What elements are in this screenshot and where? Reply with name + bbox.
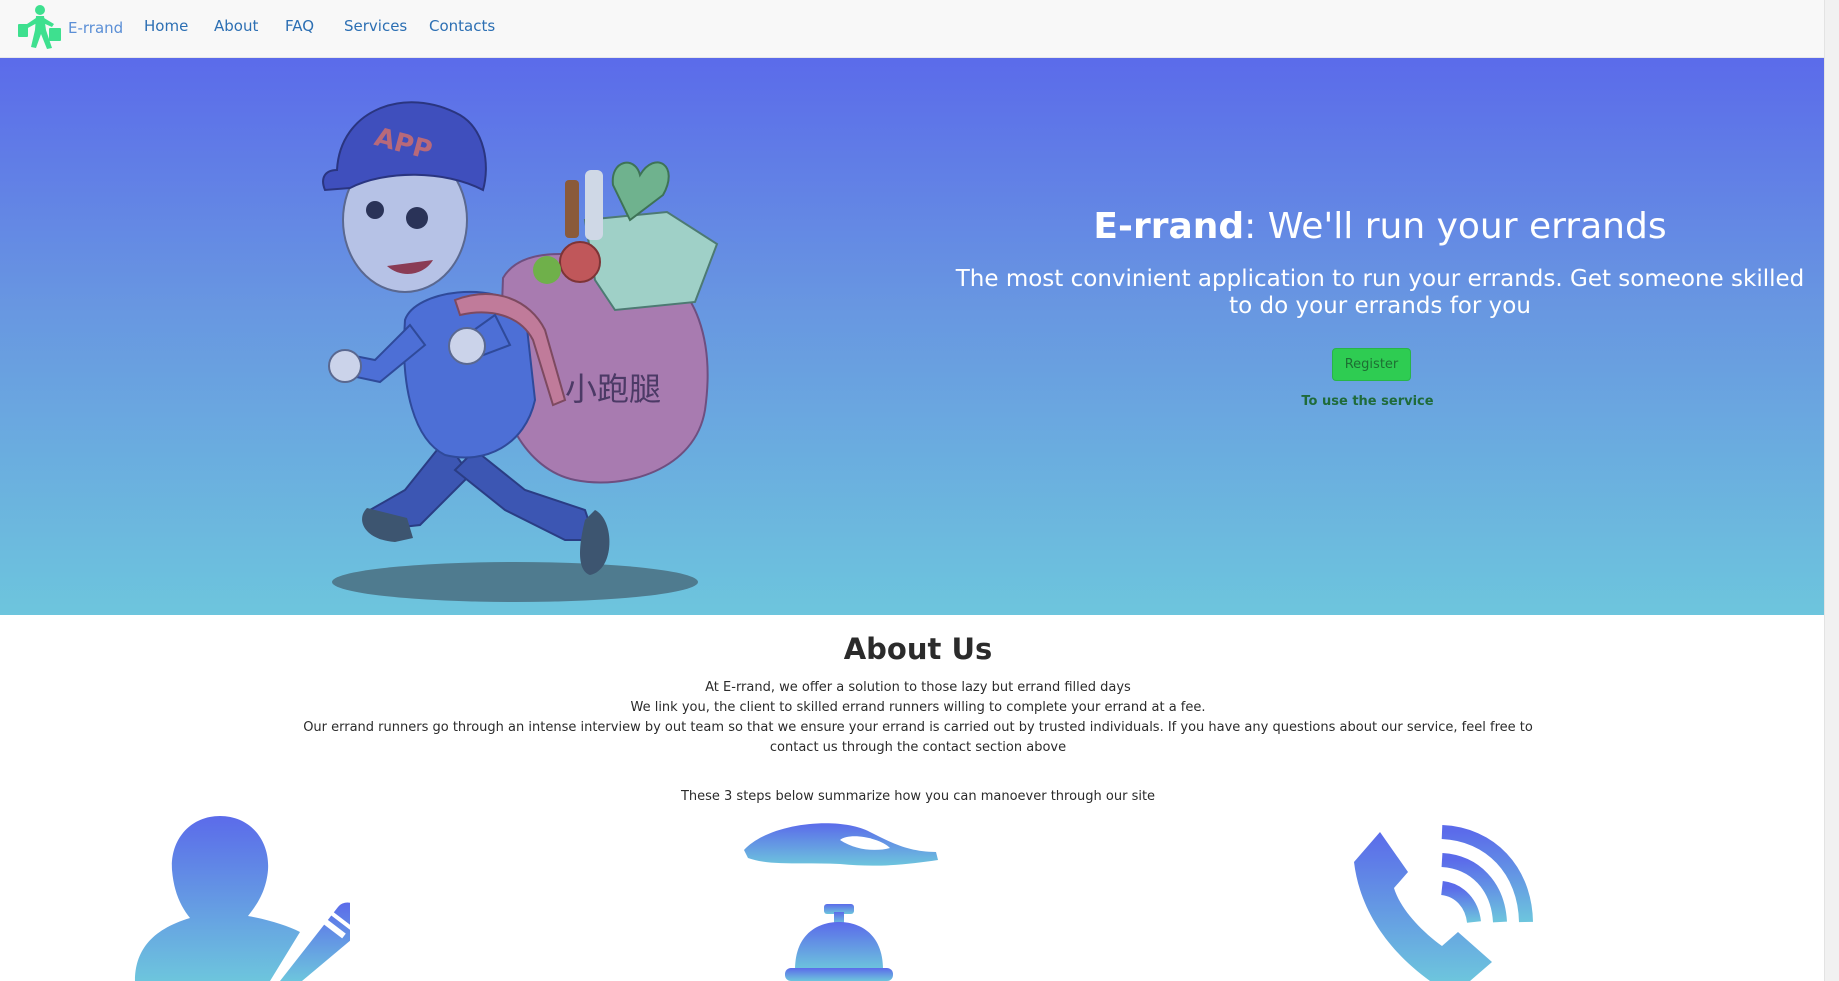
service-bell-icon: [744, 823, 938, 981]
errand-runner-illustration: 小跑腿 APP: [322, 101, 719, 602]
hero-title: E-rrand: We'll run your errands: [940, 206, 1820, 247]
hero-title-brand: E-rrand: [1093, 206, 1245, 247]
nav-services[interactable]: Services: [344, 17, 407, 35]
bag-lettering: 小跑腿: [565, 370, 661, 408]
nav-faq[interactable]: FAQ: [285, 17, 314, 35]
brand-link[interactable]: E-rrand: [16, 4, 123, 52]
about-line: At E-rrand, we offer a solution to those…: [705, 680, 1131, 695]
nav-home[interactable]: Home: [144, 17, 188, 35]
nav-about[interactable]: About: [214, 17, 258, 35]
brand-name: E-rrand: [68, 19, 124, 37]
hero-subtitle: The most convinient application to run y…: [955, 266, 1805, 319]
hero-title-tagline: : We'll run your errands: [1244, 206, 1667, 247]
nav-contacts[interactable]: Contacts: [429, 17, 495, 35]
about-description: At E-rrand, we offer a solution to those…: [290, 678, 1546, 758]
hero-section: 小跑腿 APP E-rrand: We'll run your errands …: [0, 58, 1839, 615]
steps-intro: These 3 steps below summarize how you ca…: [680, 789, 1156, 804]
about-line: Our errand runners go through an intense…: [303, 720, 1533, 755]
phone-call-icon: [1354, 825, 1533, 981]
register-note: To use the service: [1301, 394, 1434, 409]
runner-logo-icon: [18, 5, 61, 49]
page-scrollbar[interactable]: [1824, 0, 1839, 981]
about-title: About Us: [843, 632, 993, 666]
user-edit-icon: [135, 816, 350, 981]
register-button[interactable]: Register: [1332, 348, 1411, 381]
navbar: E-rrand Home About FAQ Services Contacts: [0, 0, 1839, 58]
about-line: We link you, the client to skilled erran…: [630, 700, 1206, 715]
